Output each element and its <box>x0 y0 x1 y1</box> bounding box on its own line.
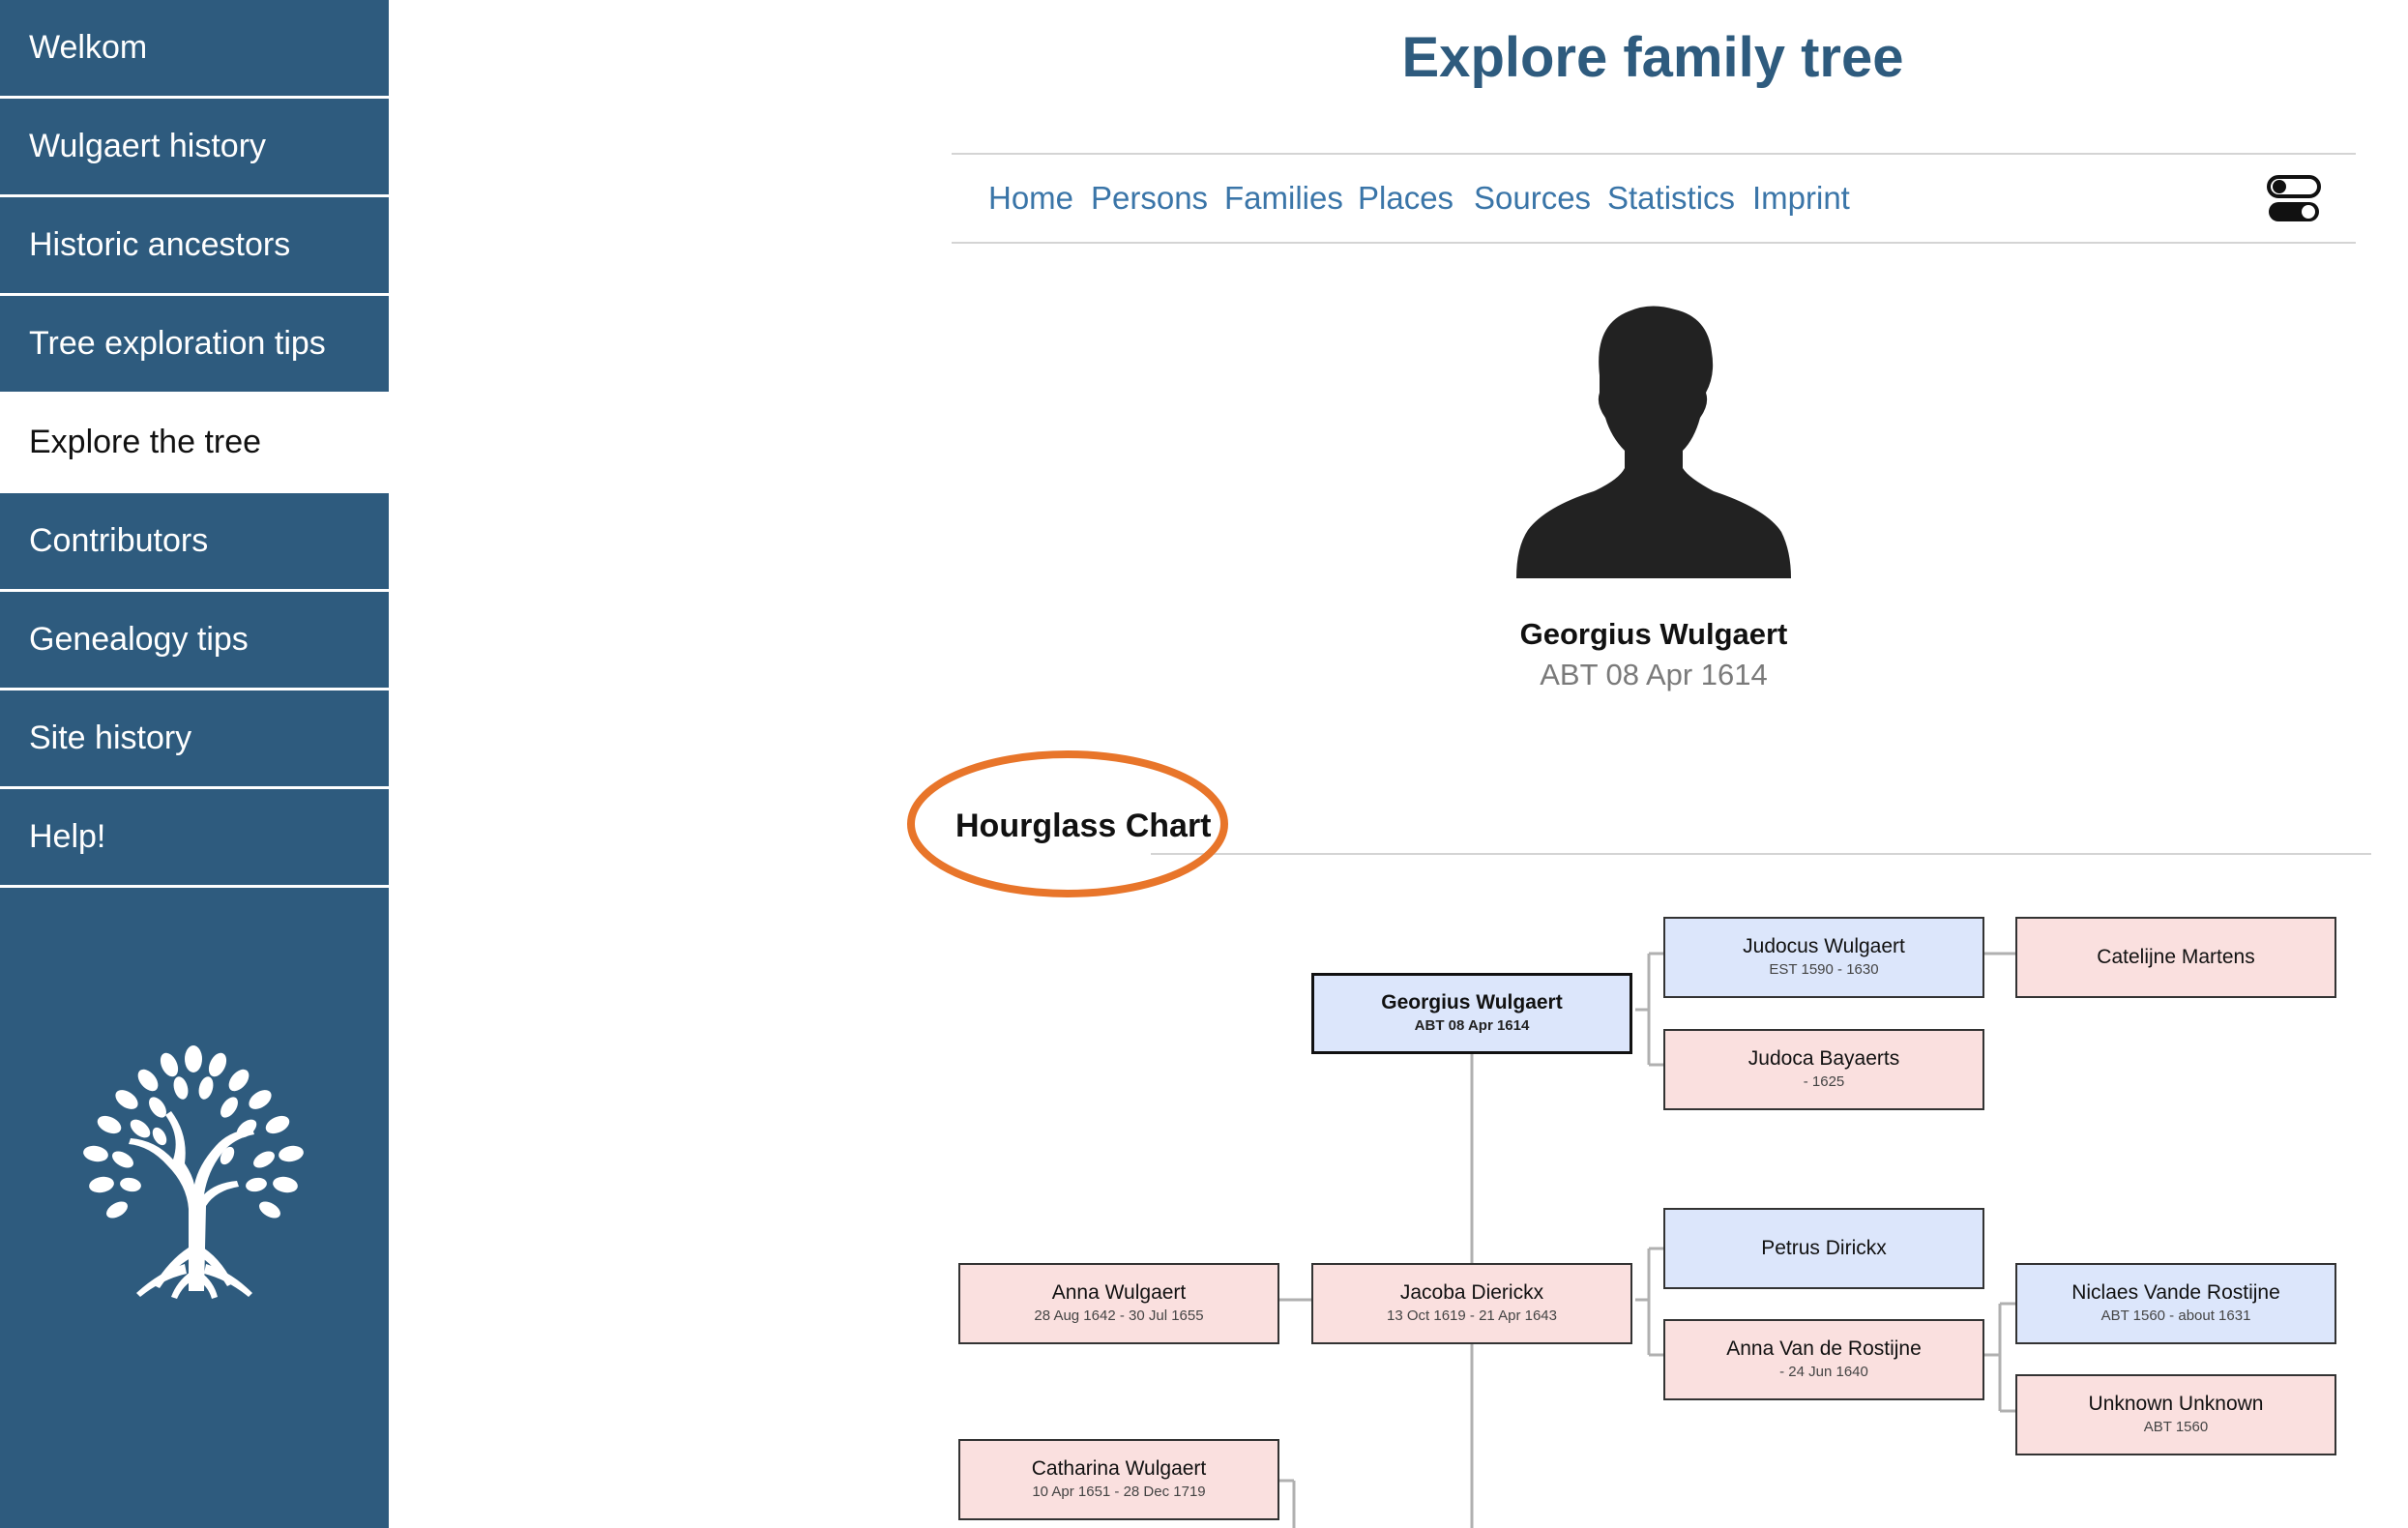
node-dates: ABT 08 Apr 1614 <box>1414 1017 1530 1034</box>
person-name: Georgius Wulgaert <box>1519 617 1788 651</box>
chart-node-father[interactable]: Judocus Wulgaert EST 1590 - 1630 <box>1663 917 1984 998</box>
node-name: Niclaes Vande Rostijne <box>2071 1281 2280 1304</box>
sidebar-item-historic-ancestors[interactable]: Historic ancestors <box>0 197 389 296</box>
chart-node-spouse[interactable]: Jacoba Dierickx 13 Oct 1619 - 21 Apr 164… <box>1311 1263 1632 1344</box>
sidebar-item-contributors[interactable]: Contributors <box>0 493 389 592</box>
sidebar-item-help[interactable]: Help! <box>0 789 389 888</box>
node-name: Anna Wulgaert <box>1051 1281 1187 1304</box>
node-name: Petrus Dirickx <box>1761 1237 1887 1259</box>
chart-node-spouse-grandmother[interactable]: Unknown Unknown ABT 1560 <box>2015 1374 2336 1455</box>
node-name: Catelijne Martens <box>2097 946 2255 968</box>
sidebar-item-label: Explore the tree <box>29 424 262 460</box>
chart-node-root[interactable]: Georgius Wulgaert ABT 08 Apr 1614 <box>1311 973 1632 1054</box>
nav-link-sources[interactable]: Sources <box>1474 180 1591 217</box>
node-dates: 10 Apr 1651 - 28 Dec 1719 <box>1032 1484 1206 1500</box>
chart-node-spouse-father[interactable]: Petrus Dirickx <box>1663 1208 1984 1289</box>
nav-link-families[interactable]: Families <box>1224 180 1343 217</box>
node-dates: - 1625 <box>1803 1073 1845 1090</box>
chart-node-spouse-grandfather[interactable]: Niclaes Vande Rostijne ABT 1560 - about … <box>2015 1263 2336 1344</box>
sidebar-item-tree-exploration-tips[interactable]: Tree exploration tips <box>0 296 389 395</box>
node-name: Judocus Wulgaert <box>1743 935 1905 957</box>
section-divider <box>1151 853 2371 855</box>
sidebar-item-wulgaert-history[interactable]: Wulgaert history <box>0 99 389 197</box>
node-name: Jacoba Dierickx <box>1399 1281 1544 1304</box>
sidebar-item-explore-the-tree[interactable]: Explore the tree <box>0 395 389 493</box>
sidebar-item-site-history[interactable]: Site history <box>0 691 389 789</box>
highlight-circle-annotation <box>907 750 1228 897</box>
nav-link-statistics[interactable]: Statistics <box>1607 180 1735 217</box>
theme-toggle-icon[interactable] <box>2267 174 2321 224</box>
nav-link-persons[interactable]: Persons <box>1091 180 1208 217</box>
sidebar-item-label: Tree exploration tips <box>29 325 326 362</box>
page-title: Explore family tree <box>1401 26 1904 89</box>
node-name: Georgius Wulgaert <box>1381 991 1563 1014</box>
sidebar-item-welkom[interactable]: Welkom <box>0 0 389 99</box>
tree-logo-icon <box>83 1045 304 1299</box>
sidebar: Welkom Wulgaert history Historic ancesto… <box>0 0 389 1528</box>
sidebar-item-label: Wulgaert history <box>29 128 267 164</box>
sidebar-item-genealogy-tips[interactable]: Genealogy tips <box>0 592 389 691</box>
nav-link-places[interactable]: Places <box>1358 180 1454 217</box>
node-name: Catharina Wulgaert <box>1031 1457 1207 1480</box>
sidebar-item-label: Site history <box>29 720 192 756</box>
nav-link-imprint[interactable]: Imprint <box>1752 180 1850 217</box>
chart-node-mother[interactable]: Judoca Bayaerts - 1625 <box>1663 1029 1984 1110</box>
sidebar-item-label: Welkom <box>29 29 148 66</box>
node-name: Unknown Unknown <box>2088 1393 2264 1415</box>
top-navigation: Home Persons Families Places Sources Sta… <box>952 153 2356 244</box>
node-dates: 28 Aug 1642 - 30 Jul 1655 <box>1034 1308 1204 1324</box>
node-dates: ABT 1560 - about 1631 <box>2100 1308 2251 1324</box>
sidebar-item-label: Help! <box>29 818 106 855</box>
chart-node-paternal-partner[interactable]: Catelijne Martens <box>2015 917 2336 998</box>
node-name: Anna Van de Rostijne <box>1726 1337 1922 1360</box>
node-dates: EST 1590 - 1630 <box>1769 961 1879 978</box>
node-dates: - 24 Jun 1640 <box>1779 1364 1868 1380</box>
node-dates: 13 Oct 1619 - 21 Apr 1643 <box>1387 1308 1557 1324</box>
chart-node-spouse-mother[interactable]: Anna Van de Rostijne - 24 Jun 1640 <box>1663 1319 1984 1400</box>
sidebar-item-label: Genealogy tips <box>29 621 249 658</box>
chart-node-child-catharina[interactable]: Catharina Wulgaert 10 Apr 1651 - 28 Dec … <box>958 1439 1279 1520</box>
sidebar-item-label: Contributors <box>29 522 209 559</box>
node-name: Judoca Bayaerts <box>1747 1047 1900 1070</box>
sidebar-item-label: Historic ancestors <box>29 226 291 263</box>
person-date: ABT 08 Apr 1614 <box>1540 658 1768 691</box>
chart-node-child-anna[interactable]: Anna Wulgaert 28 Aug 1642 - 30 Jul 1655 <box>958 1263 1279 1344</box>
node-dates: ABT 1560 <box>2143 1419 2209 1435</box>
nav-link-home[interactable]: Home <box>988 180 1073 217</box>
person-silhouette-icon <box>1516 306 1791 578</box>
